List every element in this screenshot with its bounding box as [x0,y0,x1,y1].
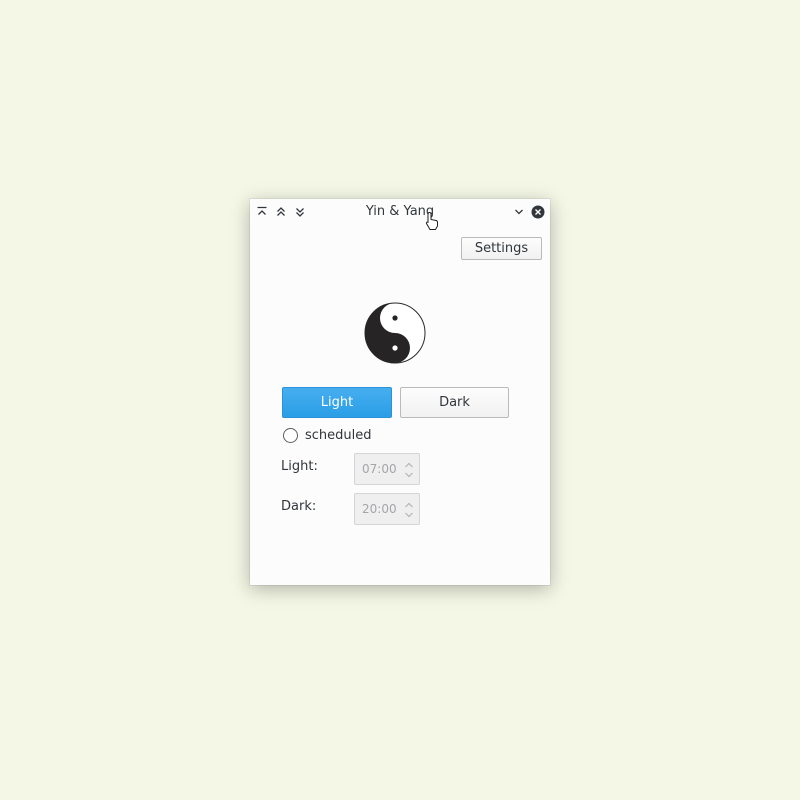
scheduled-label[interactable]: scheduled [305,428,372,443]
spin-arrows-icon[interactable] [404,501,414,519]
mouse-cursor-icon [425,211,439,235]
light-time-value: 07:00 [362,462,397,476]
light-theme-button[interactable]: Light [282,387,392,418]
light-time-label: Light: [281,459,318,474]
app-window: Yin & Yang Settings Light Dark scheduled… [250,199,550,585]
dark-time-value: 20:00 [362,502,397,516]
dark-time-spinbox[interactable]: 20:00 [354,493,420,525]
spin-arrows-icon[interactable] [404,461,414,479]
minimize-icon[interactable] [511,204,527,220]
window-title: Yin & Yang [365,204,435,219]
dark-theme-button[interactable]: Dark [400,387,509,418]
yin-yang-icon [364,302,426,364]
settings-button[interactable]: Settings [461,237,542,260]
dark-time-label: Dark: [281,499,317,514]
light-time-spinbox[interactable]: 07:00 [354,453,420,485]
scheduled-radio[interactable] [283,428,298,443]
close-icon[interactable] [530,204,546,220]
title-bar[interactable]: Yin & Yang [250,199,550,225]
